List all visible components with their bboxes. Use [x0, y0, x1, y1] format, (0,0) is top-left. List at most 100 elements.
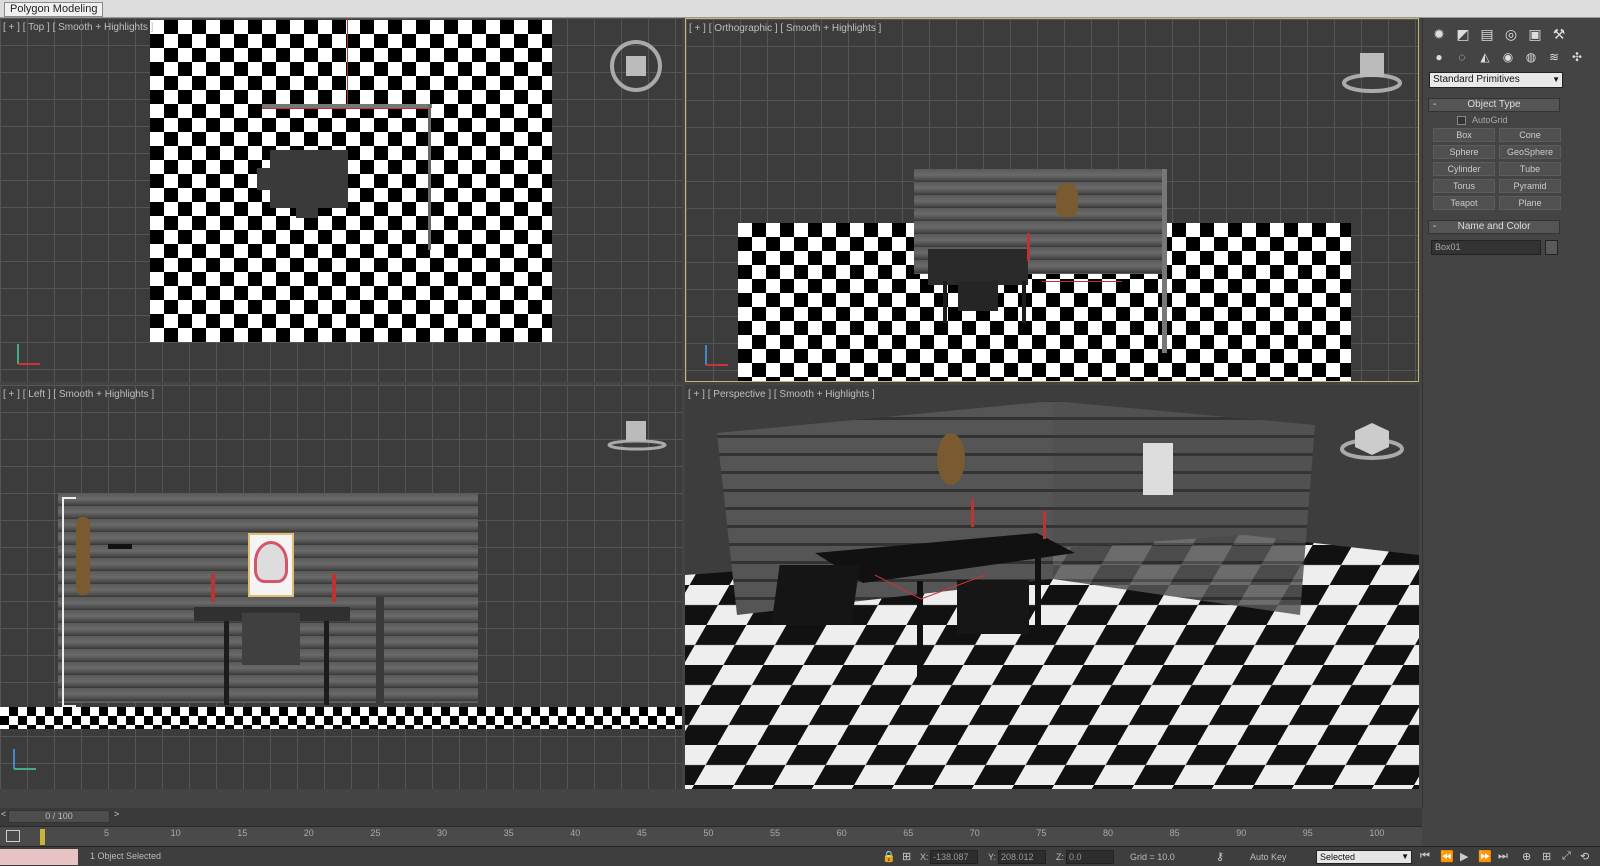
key-icon[interactable]: ⚷: [1216, 850, 1224, 863]
display-icon[interactable]: ▣: [1525, 24, 1545, 44]
z-label: Z:: [1056, 852, 1064, 862]
tube-button[interactable]: Tube: [1499, 162, 1561, 176]
viewport-left-label[interactable]: [ + ] [ Left ] [ Smooth + Highlights ]: [3, 389, 154, 400]
viewcube-orthographic[interactable]: [1340, 45, 1404, 95]
next-frame-icon[interactable]: ⏩: [1478, 850, 1492, 863]
table-ortho-leg-2: [1022, 281, 1026, 323]
z-coordinate-input[interactable]: 0.0: [1066, 850, 1114, 864]
systems-icon[interactable]: ✣: [1567, 48, 1587, 66]
cone-button[interactable]: Cone: [1499, 128, 1561, 142]
previous-frame-icon[interactable]: ⏪: [1440, 850, 1454, 863]
object-type-buttons: Box Cone Sphere GeoSphere Cylinder Tube …: [1433, 128, 1561, 210]
modify-icon[interactable]: ◩: [1453, 24, 1473, 44]
zoom-icon[interactable]: ⊕: [1522, 850, 1531, 863]
lock-icon[interactable]: 🔒: [882, 850, 896, 863]
candle-ortho: [1027, 233, 1030, 261]
transform-mode-icon[interactable]: ⊞: [902, 850, 911, 863]
object-name-input[interactable]: Box01: [1431, 240, 1541, 255]
shapes-icon[interactable]: ◌: [1452, 48, 1472, 66]
axis-gizmo-ortho: [705, 345, 728, 366]
viewport-top[interactable]: [ + ] [ Top ] [ Smooth + Highlights ]: [0, 18, 682, 382]
plane-button[interactable]: Plane: [1499, 196, 1561, 210]
time-slider[interactable]: 0 / 100: [8, 810, 110, 823]
orbit-icon[interactable]: ⟲: [1580, 850, 1589, 863]
geometry-icon[interactable]: ●: [1429, 48, 1449, 66]
axis-gizmo-top: [17, 344, 40, 365]
track-bar-tick-label: 10: [170, 828, 181, 838]
x-coordinate-input[interactable]: -138.087: [930, 850, 978, 864]
go-to-end-icon[interactable]: ⏭: [1498, 850, 1508, 863]
chair-top-view-bottom: [296, 204, 318, 218]
track-bar-tick-label: 45: [636, 828, 647, 838]
create-icon[interactable]: ✹: [1429, 24, 1449, 44]
track-bar-tick-label: 90: [1236, 828, 1247, 838]
auto-key-button[interactable]: Auto Key: [1250, 852, 1287, 862]
key-filter-dropdown[interactable]: Selected ▼: [1316, 850, 1412, 864]
lights-icon[interactable]: ◭: [1475, 48, 1495, 66]
time-slider-bar: < 0 / 100 >: [0, 808, 1422, 826]
chevron-down-icon: ▼: [1401, 852, 1409, 861]
rollout-object-type[interactable]: - Object Type: [1428, 98, 1560, 112]
torus-button[interactable]: Torus: [1433, 179, 1495, 193]
cylinder-button[interactable]: Cylinder: [1433, 162, 1495, 176]
track-bar-tick-label: 35: [503, 828, 514, 838]
helpers-icon[interactable]: ◍: [1521, 48, 1541, 66]
viewport-perspective-label[interactable]: [ + ] [ Perspective ] [ Smooth + Highlig…: [688, 389, 875, 400]
track-bar-tick-label: 100: [1369, 828, 1385, 838]
command-panel-tabs: ✹ ◩ ▤ ◎ ▣ ⚒: [1429, 24, 1569, 44]
track-bar-tick-label: 95: [1302, 828, 1313, 838]
track-bar-icon[interactable]: [6, 830, 20, 842]
category-dropdown[interactable]: Standard Primitives ▼: [1429, 72, 1563, 88]
play-icon[interactable]: ▶: [1460, 850, 1468, 863]
spacewarps-icon[interactable]: ≋: [1544, 48, 1564, 66]
category-dropdown-value: Standard Primitives: [1433, 74, 1520, 85]
selection-line-ortho: [1042, 281, 1122, 282]
viewcube-left[interactable]: [606, 415, 668, 455]
viewport-orthographic[interactable]: [ + ] [ Orthographic ] [ Smooth + Highli…: [685, 18, 1419, 382]
time-slider-next[interactable]: >: [114, 809, 119, 819]
collapse-icon: -: [1433, 221, 1437, 232]
viewport-left[interactable]: [ + ] [ Left ] [ Smooth + Highlights ]: [0, 385, 682, 789]
maximize-viewport-icon[interactable]: ⤢: [1562, 850, 1571, 863]
box-button[interactable]: Box: [1433, 128, 1495, 142]
autogrid-checkbox[interactable]: AutoGrid: [1457, 115, 1508, 126]
track-bar-tick-label: 25: [370, 828, 381, 838]
geosphere-button[interactable]: GeoSphere: [1499, 145, 1561, 159]
voodoo-doll-left: [76, 517, 90, 595]
viewport-orthographic-label[interactable]: [ + ] [ Orthographic ] [ Smooth + Highli…: [689, 23, 881, 34]
go-to-start-icon[interactable]: ⏮: [1420, 850, 1430, 863]
wall-left-view: [58, 493, 478, 703]
table-ortho: [928, 249, 1028, 285]
viewcube-perspective[interactable]: [1337, 411, 1407, 463]
rollout-name-and-color[interactable]: - Name and Color: [1428, 220, 1560, 234]
voodoo-doll-ortho: [1056, 183, 1078, 217]
viewport-perspective[interactable]: [ + ] [ Perspective ] [ Smooth + Highlig…: [685, 385, 1419, 789]
maxscript-listener[interactable]: [0, 849, 78, 865]
track-bar-tick-label: 80: [1103, 828, 1114, 838]
cameras-icon[interactable]: ◉: [1498, 48, 1518, 66]
chair-top-view-left: [257, 168, 275, 190]
perspective-scene: [685, 401, 1419, 789]
zoom-extents-icon[interactable]: ⊞: [1542, 850, 1551, 863]
teapot-button[interactable]: Teapot: [1433, 196, 1495, 210]
viewport-top-label[interactable]: [ + ] [ Top ] [ Smooth + Highlights ]: [3, 22, 153, 33]
object-color-swatch[interactable]: [1545, 240, 1558, 255]
candle-left-2: [332, 574, 336, 602]
pyramid-button[interactable]: Pyramid: [1499, 179, 1561, 193]
sphere-button[interactable]: Sphere: [1433, 145, 1495, 159]
track-bar[interactable]: 5 10 15 20 25 30 35 40 45 50 55 60 65 70 75 80 85 90 95 100: [0, 826, 1422, 846]
time-slider-prev[interactable]: <: [1, 809, 6, 819]
viewcube-top[interactable]: [608, 38, 664, 94]
pin-left: [108, 544, 132, 549]
chair-left-view: [242, 613, 300, 665]
rollout-object-type-title: Object Type: [1467, 99, 1521, 110]
track-bar-tick-label: 30: [437, 828, 448, 838]
utilities-icon[interactable]: ⚒: [1549, 24, 1569, 44]
motion-icon[interactable]: ◎: [1501, 24, 1521, 44]
table-top-view: [270, 150, 348, 208]
current-frame-marker[interactable]: [40, 829, 45, 845]
ribbon-tab-polygon-modeling[interactable]: Polygon Modeling: [4, 2, 104, 17]
y-coordinate-input[interactable]: 208.012: [998, 850, 1046, 864]
chair-back-left-view: [376, 597, 384, 705]
hierarchy-icon[interactable]: ▤: [1477, 24, 1497, 44]
